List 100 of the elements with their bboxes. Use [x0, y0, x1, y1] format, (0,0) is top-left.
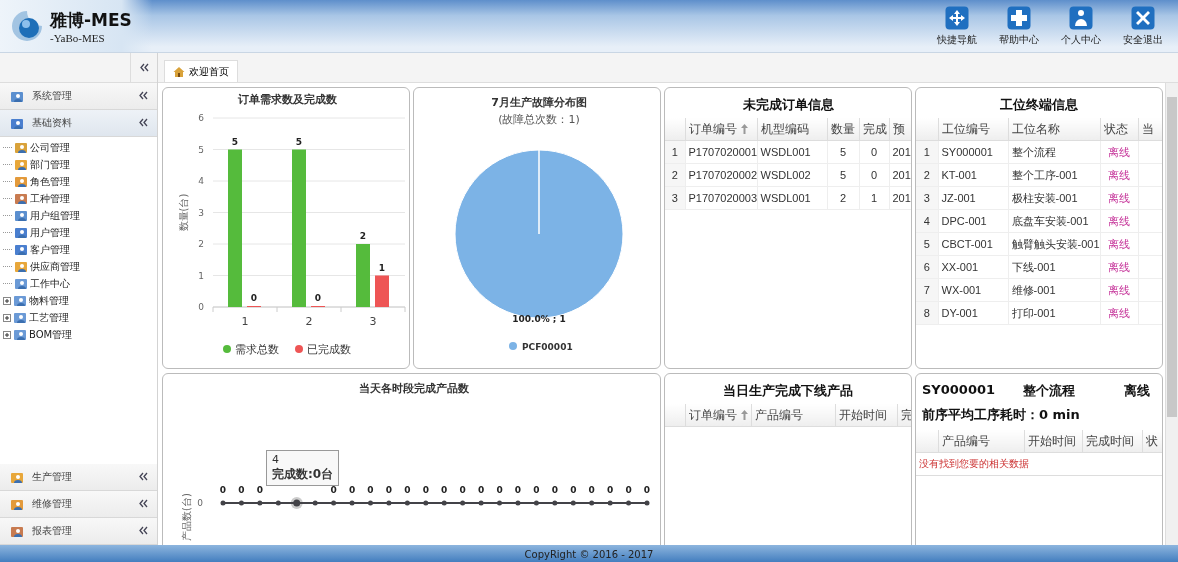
data-label: 0 [385, 485, 393, 495]
double-chevron-icon [138, 525, 148, 535]
column-header[interactable]: 开始时间 [835, 404, 897, 427]
axis-tick: 4 [198, 176, 204, 186]
table-cell: 整个工序-001 [1008, 163, 1100, 187]
plus-box-icon[interactable] [3, 330, 11, 339]
axis-tick: 2 [305, 315, 313, 328]
tree-item[interactable]: 公司管理 [30, 140, 70, 155]
column-header[interactable]: 订单编号 [685, 404, 751, 427]
sidebar-section[interactable]: 报表管理 [0, 518, 157, 545]
nav-button[interactable]: 安全退出 [1116, 5, 1170, 47]
nav-button[interactable]: 帮助中心 [992, 5, 1046, 47]
table-cell: WSDL002 [757, 163, 827, 187]
tree-item[interactable]: BOM管理 [29, 327, 73, 342]
data-label: 0 [477, 485, 485, 495]
tree-item[interactable]: 用户管理 [30, 225, 70, 240]
column-header[interactable]: 状 [1142, 430, 1162, 453]
status-text: 离线 [1100, 163, 1138, 187]
table-cell: P1707020003 [685, 186, 757, 210]
legend-dot [509, 342, 517, 350]
status-text: 离线 [1100, 186, 1138, 210]
data-label: 1 [378, 262, 386, 273]
station-name: 整个流程 [1023, 382, 1076, 400]
table-cell: DY-001 [938, 301, 1008, 325]
data-label: 0 [404, 485, 411, 495]
table-cell: XX-001 [938, 255, 1008, 279]
tree-item[interactable]: 工作中心 [30, 276, 70, 291]
folder-user-icon [14, 192, 28, 205]
app-subtitle: -YaBo-MES [50, 31, 106, 44]
row-number: 7 [916, 278, 938, 302]
plus-box-icon[interactable] [3, 313, 11, 322]
table-cell: 2 [827, 186, 859, 210]
data-label: 0 [219, 485, 227, 495]
column-header[interactable]: 订单编号 [685, 118, 757, 141]
folder-user-icon [13, 328, 27, 341]
data-label: 0 [348, 485, 356, 495]
column-header[interactable]: 状态 [1100, 118, 1138, 141]
empty-message: 没有找到您要的相关数据 [916, 453, 1162, 476]
table-cell: P1707020001 [685, 140, 757, 164]
tree-item[interactable]: 工种管理 [30, 191, 70, 206]
data-label: 0 [514, 485, 522, 495]
column-header[interactable]: 产品编号 [751, 404, 835, 427]
scrollbar[interactable] [1165, 83, 1178, 545]
axis-label: 数量(台) [178, 193, 189, 232]
data-label: 0 [533, 485, 540, 495]
data-label: 0 [625, 485, 632, 495]
tree-item[interactable]: 用户组管理 [30, 208, 80, 223]
folder-user-icon [13, 294, 27, 307]
status-text: 离线 [1100, 232, 1138, 256]
chart-title: 当天各时段完成产品数 [359, 382, 469, 395]
tree-item[interactable]: 物料管理 [29, 293, 69, 308]
column-header[interactable]: 工位编号 [938, 118, 1008, 141]
double-chevron-icon [138, 117, 148, 127]
data-label: 0 [238, 485, 245, 495]
station-status: 离线 [1124, 382, 1151, 400]
row-number: 2 [916, 163, 938, 187]
row-number: 2 [665, 163, 685, 187]
axis-tick: 0 [197, 498, 203, 508]
column-header[interactable]: 预 [889, 118, 911, 141]
tree-item[interactable]: 客户管理 [30, 242, 70, 257]
column-header[interactable]: 数量 [827, 118, 859, 141]
sidebar-section[interactable]: 系统管理 [0, 83, 157, 110]
station-code: SY000001 [922, 382, 997, 399]
app-title: 雅博-MES [50, 8, 132, 32]
status-text: 离线 [1100, 140, 1138, 164]
folder-user-icon [14, 141, 28, 154]
sidebar-section[interactable]: 维修管理 [0, 491, 157, 518]
data-label: 0 [422, 485, 429, 495]
nav-button[interactable]: 快捷导航 [930, 5, 984, 47]
sidebar-section[interactable]: 生产管理 [0, 464, 157, 491]
table-cell: 5 [827, 163, 859, 187]
tree-item[interactable]: 供应商管理 [30, 259, 80, 274]
column-header[interactable]: 完成时间 [1082, 430, 1142, 453]
plus-icon [1007, 5, 1031, 30]
table-cell: KT-001 [938, 163, 1008, 187]
column-header[interactable]: 工位名称 [1008, 118, 1100, 141]
column-header[interactable]: 开始时间 [1024, 430, 1082, 453]
tab[interactable]: 欢迎首页 [164, 60, 238, 82]
tree-item[interactable]: 工艺管理 [29, 310, 69, 325]
axis-tick: 5 [198, 144, 204, 155]
plus-box-icon[interactable] [3, 296, 11, 305]
double-chevron-icon [139, 63, 149, 72]
tree-item[interactable]: 部门管理 [30, 157, 70, 172]
axis-tick: 6 [198, 113, 204, 123]
folder-user-icon [14, 158, 28, 171]
user-icon [1069, 5, 1093, 30]
column-header[interactable]: 机型编码 [757, 118, 827, 141]
column-header[interactable]: 完成 [859, 118, 889, 141]
nav-button[interactable]: 个人中心 [1054, 5, 1108, 47]
column-header[interactable]: 当 [1138, 118, 1162, 141]
data-label: 100.0% ; 1 [512, 314, 566, 324]
row-number: 6 [916, 255, 938, 279]
panel-title: 未完成订单信息 [741, 96, 835, 114]
data-label: 0 [570, 485, 577, 495]
column-header[interactable]: 产品编号 [938, 430, 1024, 453]
table-cell: 触臂触头安装-001 [1008, 232, 1100, 256]
row-number: 1 [665, 140, 685, 164]
tree-item[interactable]: 角色管理 [30, 174, 70, 189]
sidebar-section[interactable]: 基础资料 [0, 110, 157, 137]
data-label: 0 [643, 485, 651, 495]
